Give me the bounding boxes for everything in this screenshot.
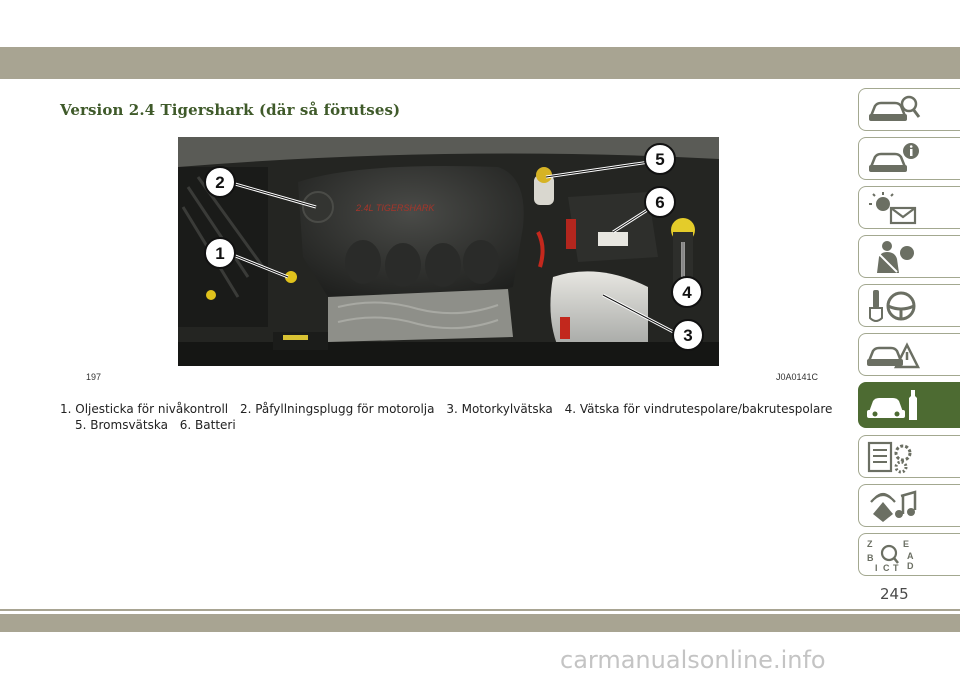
tab-car-inspection[interactable] xyxy=(858,88,960,131)
svg-text:C: C xyxy=(883,563,890,573)
watermark: carmanualsonline.info xyxy=(560,646,826,674)
tab-safety[interactable] xyxy=(858,235,960,278)
svg-text:2: 2 xyxy=(215,173,224,192)
person-seatbelt-airbag-icon xyxy=(877,241,914,273)
callout-1: 1 xyxy=(204,237,236,269)
figure-number: 197 xyxy=(86,372,102,382)
caption-row: 1. Oljesticka för nivåkontroll 2. Påfyll… xyxy=(60,401,850,417)
footer-band xyxy=(0,614,960,632)
callout-4: 4 xyxy=(671,276,703,308)
callout-6: 6 xyxy=(644,186,676,218)
caption-item: 4. Vätska för vindrutespolare/bakrutespo… xyxy=(564,402,833,416)
tab-multimedia[interactable] xyxy=(858,484,960,527)
callout-3: 3 xyxy=(672,319,704,351)
radio-music-icon xyxy=(870,490,917,522)
callout-5: 5 xyxy=(644,143,676,175)
page-number: 245 xyxy=(880,585,909,603)
svg-text:4: 4 xyxy=(682,283,692,302)
tab-service-maintenance[interactable] xyxy=(858,382,960,428)
figure-code: J0A0141C xyxy=(776,372,819,382)
caption-item: 2. Påfyllningsplugg för motorolja xyxy=(239,402,435,416)
tab-technical-data[interactable] xyxy=(858,435,960,478)
tab-index[interactable]: Z E B A IC TD xyxy=(858,533,960,576)
document-gears-icon xyxy=(867,441,912,474)
car-wrench-icon xyxy=(867,390,917,420)
section-title: Version 2.4 Tigershark (där så förutses) xyxy=(60,101,401,119)
alphabet-index-magnifier-icon: Z E B A I C TD xyxy=(867,539,914,573)
svg-text:Z: Z xyxy=(867,539,873,549)
key-steering-wheel-icon xyxy=(869,290,916,322)
figure-caption: 1. Oljesticka för nivåkontroll 2. Påfyll… xyxy=(60,401,850,433)
warning-light-envelope-icon xyxy=(869,192,917,225)
tab-starting-driving[interactable] xyxy=(858,284,960,327)
car-magnifier-icon xyxy=(869,95,921,121)
caption-item: 5. Bromsvätska xyxy=(75,418,168,432)
svg-text:5: 5 xyxy=(655,150,664,169)
svg-text:D: D xyxy=(907,561,914,571)
svg-text:6: 6 xyxy=(655,193,664,212)
svg-text:A: A xyxy=(907,551,914,561)
svg-text:I: I xyxy=(875,563,878,573)
caption-row: 5. Bromsvätska 6. Batteri xyxy=(60,417,850,433)
tab-emergency[interactable] xyxy=(858,333,960,376)
caption-item: 1. Oljesticka för nivåkontroll xyxy=(60,402,229,416)
header-band xyxy=(0,47,960,79)
svg-text:B: B xyxy=(867,553,874,563)
tab-car-info[interactable] xyxy=(858,137,960,180)
tab-warning-lights[interactable] xyxy=(858,186,960,229)
svg-text:E: E xyxy=(903,539,909,549)
car-info-icon xyxy=(869,143,919,172)
engine-bay-photo: 2.4L TIGERSHARK 2 1 5 6 4 3 xyxy=(178,137,719,366)
footer-line xyxy=(0,609,960,611)
callout-2: 2 xyxy=(204,166,236,198)
caption-item: 3. Motorkylvätska xyxy=(446,402,553,416)
svg-text:1: 1 xyxy=(215,244,224,263)
svg-text:T: T xyxy=(893,563,899,573)
caption-item: 6. Batteri xyxy=(179,418,236,432)
svg-text:3: 3 xyxy=(683,326,692,345)
engine-cover-text: 2.4L TIGERSHARK xyxy=(355,203,435,213)
car-triangle-warning-icon xyxy=(867,342,921,369)
